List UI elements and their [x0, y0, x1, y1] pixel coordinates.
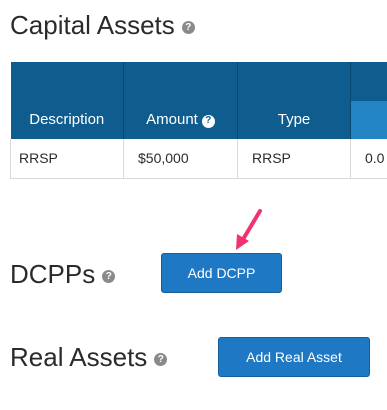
question-circle-icon[interactable]: ?: [201, 114, 215, 128]
column-header-amount[interactable]: Amount?: [123, 62, 238, 139]
cell-type: RRSP: [237, 139, 351, 179]
column-header-extra: [350, 62, 387, 139]
cell-description: RRSP: [10, 139, 124, 179]
add-dcpp-button[interactable]: Add DCPP: [161, 253, 282, 293]
column-header-subcell: [351, 101, 387, 139]
table-row[interactable]: RRSP $50,000 RRSP 0.0: [10, 139, 387, 179]
capital-assets-table-container: Description Amount? Type RRSP $50,000 RR…: [10, 62, 387, 179]
cell-amount: $50,000: [123, 139, 238, 179]
pointer-arrow-icon: [236, 209, 262, 250]
dcpps-heading: DCPPs ?: [10, 259, 116, 290]
question-circle-icon[interactable]: ?: [102, 270, 116, 283]
question-circle-icon[interactable]: ?: [181, 21, 195, 34]
dcpps-title: DCPPs: [10, 259, 96, 289]
cell-extra: 0.0: [350, 139, 387, 179]
question-circle-icon[interactable]: ?: [154, 353, 168, 366]
column-header-description[interactable]: Description: [10, 62, 124, 139]
capital-assets-table: Description Amount? Type RRSP $50,000 RR…: [10, 62, 387, 179]
add-real-asset-button[interactable]: Add Real Asset: [218, 337, 370, 377]
real-assets-title: Real Assets: [10, 342, 148, 372]
real-assets-heading: Real Assets ?: [10, 342, 168, 373]
page: Capital Assets ? Description Amount? Typ…: [0, 0, 387, 410]
capital-assets-title: Capital Assets: [10, 10, 175, 40]
column-header-type[interactable]: Type: [237, 62, 351, 139]
table-header-row: Description Amount? Type: [10, 62, 387, 139]
capital-assets-heading: Capital Assets ?: [10, 10, 195, 41]
